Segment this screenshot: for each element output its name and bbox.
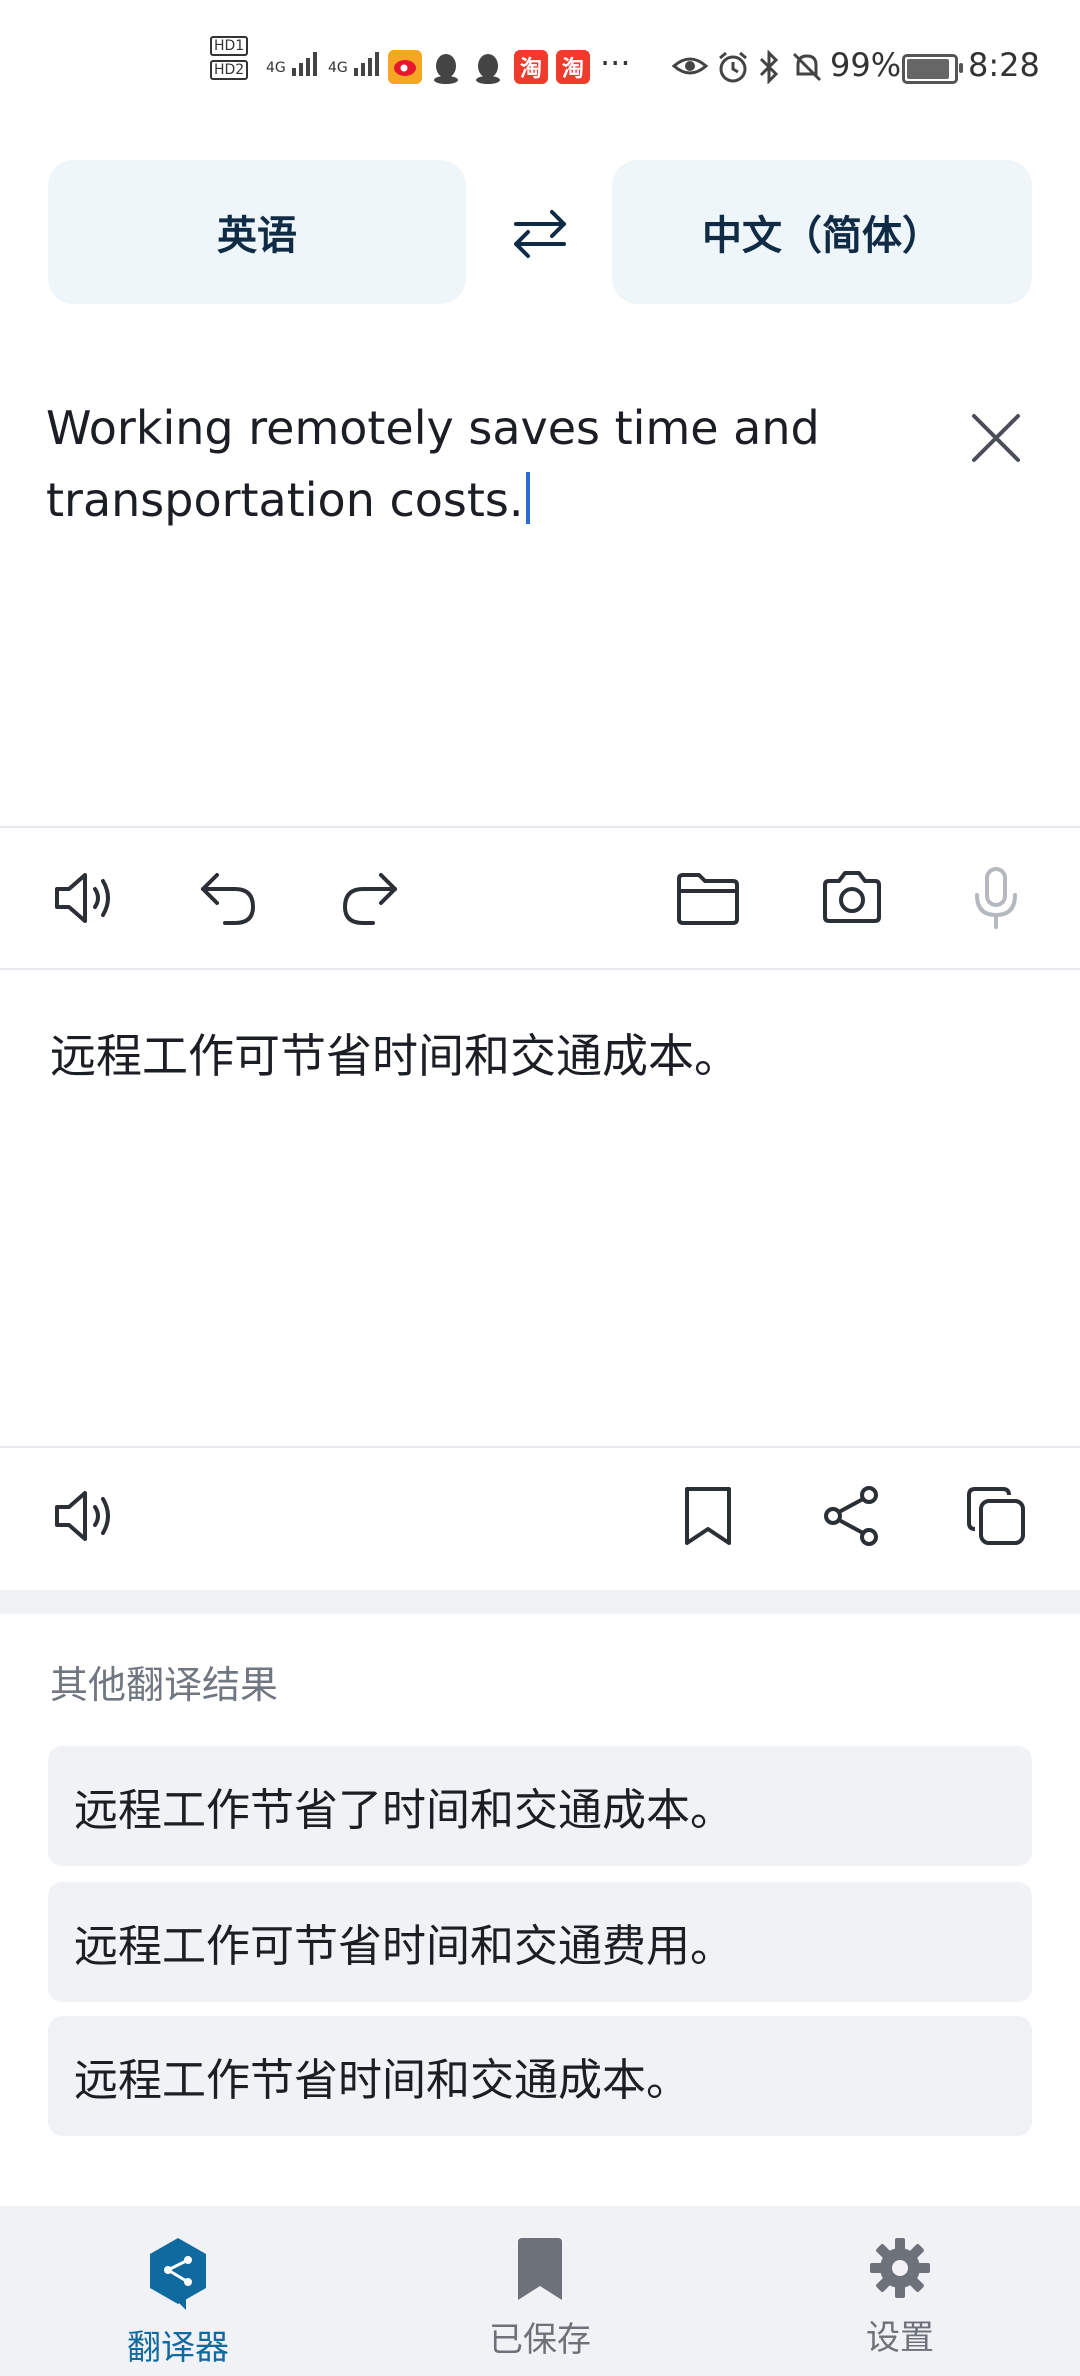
nav-saved[interactable]: 已保存	[440, 2236, 640, 2361]
source-language-button[interactable]: 英语	[48, 160, 466, 304]
net1-label: 4G	[266, 60, 286, 76]
divider	[0, 826, 1080, 828]
undo-icon	[201, 873, 256, 925]
source-text-input[interactable]: Working remotely saves time and transpor…	[46, 392, 906, 536]
alternative-translation[interactable]: 远程工作节省了时间和交通成本。	[48, 1746, 1032, 1866]
clear-input-button[interactable]	[956, 398, 1036, 478]
camera-icon	[823, 871, 881, 923]
signal-group-2: 4G	[328, 50, 384, 76]
folder-icon	[677, 873, 739, 925]
share-button[interactable]	[812, 1476, 892, 1556]
alternative-translation[interactable]: 远程工作可节省时间和交通费用。	[48, 1882, 1032, 2002]
text-cursor	[525, 472, 530, 524]
swap-languages-button[interactable]	[500, 194, 580, 274]
alternative-text: 远程工作可节省时间和交通费用。	[74, 1921, 734, 1972]
alternative-text: 远程工作节省时间和交通成本。	[74, 2055, 690, 2106]
nav-saved-label: 已保存	[489, 2320, 591, 2360]
source-text-line2: transportation costs.	[46, 464, 906, 536]
nav-settings[interactable]: 设置	[800, 2236, 1000, 2359]
speaker-icon	[55, 1491, 110, 1541]
signal-group-1: 4G	[266, 50, 322, 76]
speak-source-button[interactable]	[44, 858, 124, 938]
alarm-icon	[716, 50, 750, 88]
source-word-costs: costs.	[389, 473, 524, 527]
weibo-icon	[388, 50, 422, 84]
alternative-translation[interactable]: 远程工作节省时间和交通成本。	[48, 2016, 1032, 2136]
save-translation-button[interactable]	[668, 1476, 748, 1556]
redo-icon	[342, 873, 397, 925]
qq-icon	[432, 52, 460, 88]
bottom-navigation: 翻译器 已保存 设置	[0, 2206, 1080, 2376]
mute-bell-icon	[790, 50, 824, 88]
sim-badges: HD1 HD2	[210, 36, 249, 80]
copy-button[interactable]	[956, 1476, 1036, 1556]
battery-icon	[902, 54, 963, 84]
bluetooth-icon	[758, 49, 780, 88]
gear-icon	[870, 2238, 930, 2298]
alternative-text: 远程工作节省了时间和交通成本。	[74, 1785, 734, 1836]
bookmark-icon	[518, 2238, 562, 2300]
status-bar: HD1 HD2 4G 4G 淘 淘 ··· 99% 8:28	[0, 0, 1080, 120]
section-separator	[0, 1590, 1080, 1614]
taobao-icon: 淘	[514, 50, 548, 84]
close-icon	[972, 414, 1020, 462]
translator-logo-icon	[150, 2238, 206, 2310]
speaker-icon	[55, 873, 110, 923]
source-word-transportation: transportation	[46, 473, 375, 527]
hd1-badge: HD1	[210, 36, 249, 56]
redo-button[interactable]	[330, 858, 410, 938]
bookmark-icon	[685, 1487, 731, 1545]
undo-button[interactable]	[188, 858, 268, 938]
more-notifications: ···	[600, 44, 631, 82]
divider	[0, 1446, 1080, 1448]
open-file-button[interactable]	[668, 858, 748, 938]
share-icon	[824, 1486, 878, 1546]
microphone-button[interactable]	[956, 858, 1036, 938]
alternatives-title: 其他翻译结果	[50, 1663, 279, 1707]
eye-icon	[671, 52, 709, 84]
target-language-button[interactable]: 中文（简体）	[612, 160, 1032, 304]
signal-icon	[291, 52, 317, 76]
microphone-icon	[975, 867, 1017, 929]
camera-button[interactable]	[812, 858, 892, 938]
source-text-line1: Working remotely saves time and	[46, 401, 820, 455]
net2-label: 4G	[328, 60, 348, 76]
battery-fill	[907, 59, 949, 79]
swap-arrows-icon	[514, 210, 566, 258]
translation-result: 远程工作可节省时间和交通成本。	[50, 1029, 740, 1083]
taobao-icon: 淘	[556, 50, 590, 84]
qq-icon	[474, 52, 502, 88]
copy-icon	[967, 1487, 1025, 1545]
nav-translator-label: 翻译器	[127, 2328, 229, 2368]
clock: 8:28	[968, 46, 1040, 84]
nav-settings-label: 设置	[866, 2318, 934, 2358]
hd2-badge: HD2	[210, 60, 249, 80]
signal-icon	[353, 52, 379, 76]
nav-translator[interactable]: 翻译器	[78, 2236, 278, 2369]
source-language-label: 英语	[217, 213, 297, 259]
battery-percent: 99%	[830, 46, 902, 84]
divider	[0, 968, 1080, 970]
target-language-label: 中文（简体）	[702, 213, 942, 259]
speak-translation-button[interactable]	[44, 1476, 124, 1556]
